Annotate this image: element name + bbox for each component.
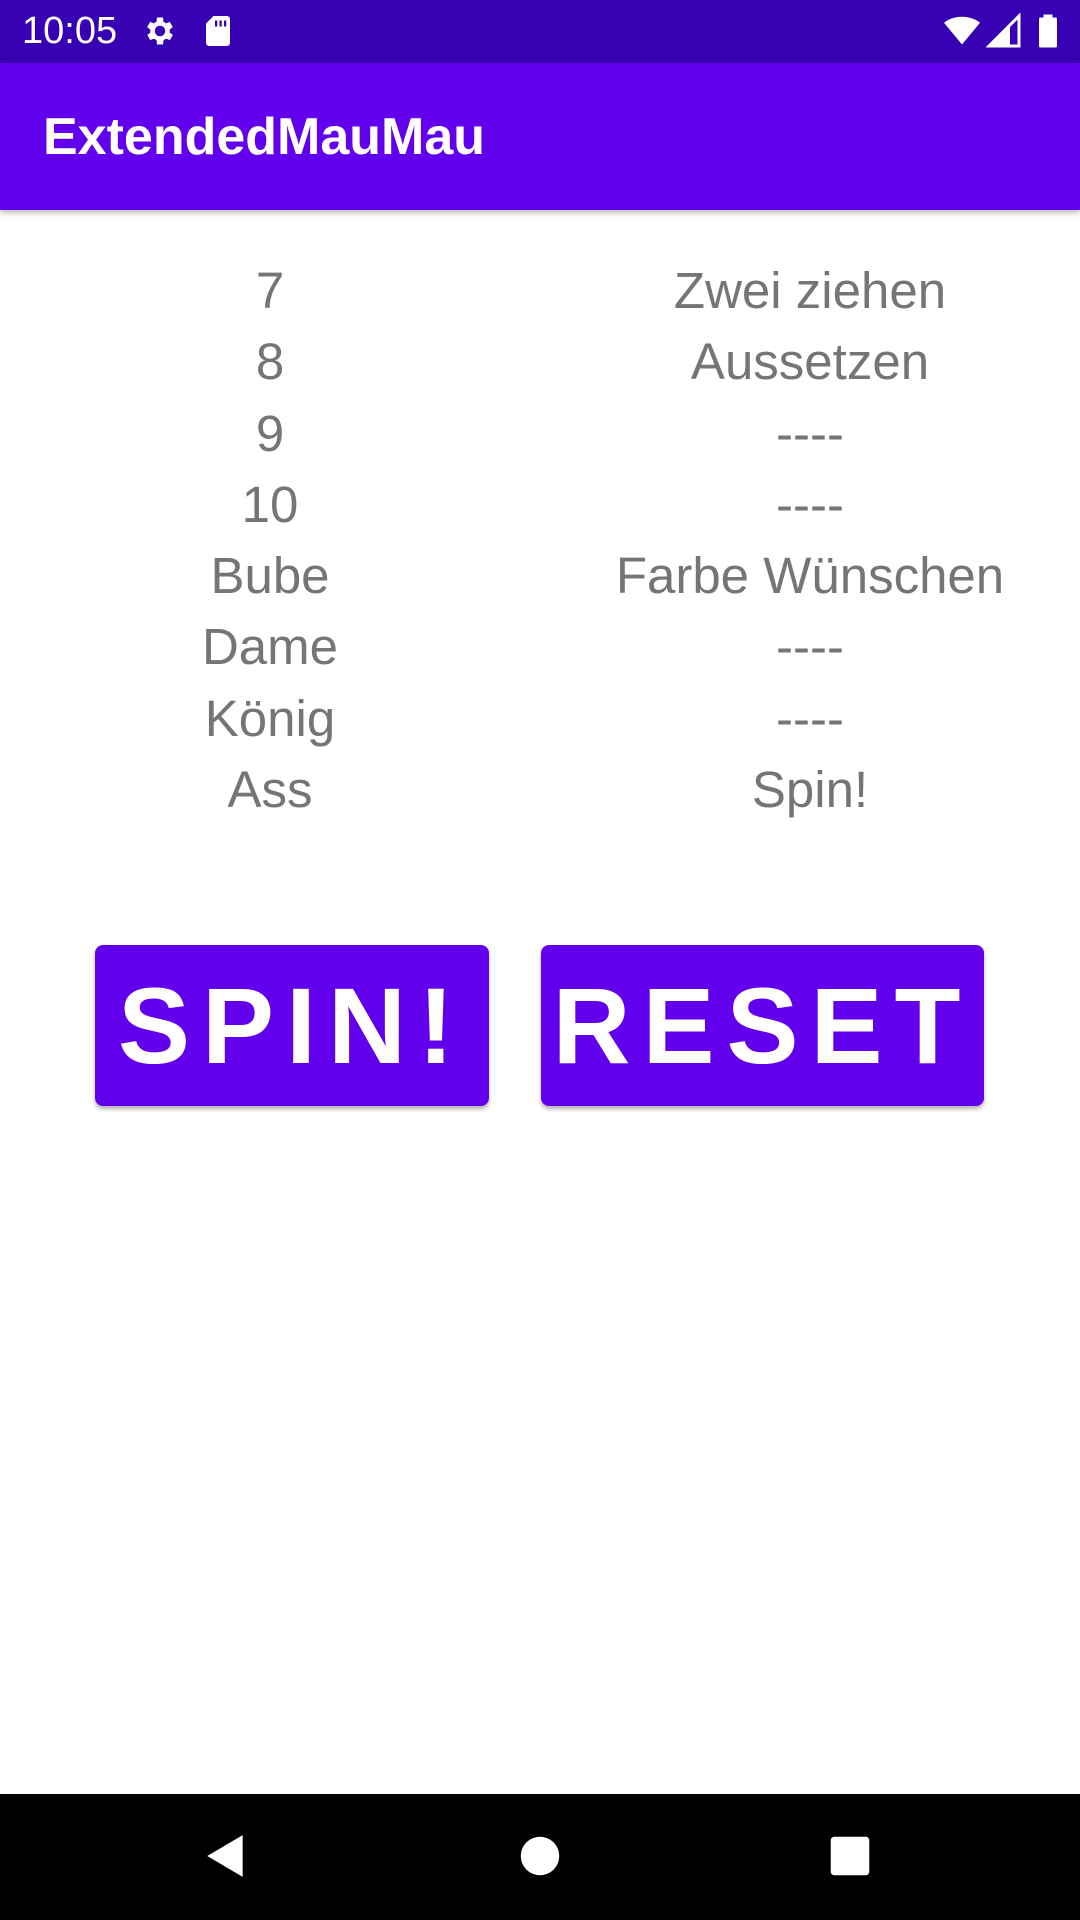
recents-icon: [830, 1836, 870, 1876]
rule-row: Dame ----: [0, 611, 1080, 682]
rule-card-label: 10: [241, 475, 299, 533]
app-title: ExtendedMauMau: [43, 108, 486, 166]
back-icon: [207, 1835, 243, 1877]
status-bar: 10:05: [0, 0, 1080, 63]
rule-effect-label: Aussetzen: [690, 333, 930, 391]
rule-card-label: 8: [255, 333, 285, 391]
rule-row: 8 Aussetzen: [0, 326, 1080, 397]
rule-effect-label: ----: [776, 404, 844, 462]
rule-effect-label: ----: [776, 618, 844, 676]
rule-card-label: Ass: [227, 761, 313, 819]
rule-card-label: 9: [255, 404, 285, 462]
reset-button[interactable]: RESET: [541, 945, 984, 1106]
rule-effect-label: Farbe Wünschen: [615, 547, 1005, 605]
rule-card-label: Dame: [201, 618, 339, 676]
rule-row: 10 ----: [0, 469, 1080, 540]
rule-effect-label: ----: [776, 475, 844, 533]
sd-card-icon: [206, 16, 230, 46]
home-icon: [520, 1836, 560, 1876]
rule-effect-label: ----: [776, 689, 844, 747]
signal-icon: [986, 13, 1021, 48]
navigation-bar: [0, 1794, 1080, 1920]
recents-button[interactable]: [810, 1816, 890, 1896]
rule-card-label: König: [204, 689, 336, 747]
rule-row: König ----: [0, 683, 1080, 754]
app-bar: ExtendedMauMau: [0, 63, 1080, 210]
home-button[interactable]: [500, 1816, 580, 1896]
rule-row: Bube Farbe Wünschen: [0, 540, 1080, 611]
rule-row: Ass Spin!: [0, 754, 1080, 825]
rule-card-label: Bube: [210, 547, 330, 605]
rule-effect-label: Zwei ziehen: [673, 262, 947, 319]
wifi-icon: [944, 16, 980, 45]
back-button[interactable]: [186, 1816, 266, 1896]
rule-effect-label: Spin!: [751, 761, 869, 819]
rules-list: 7 Zwei ziehen 8 Aussetzen 9 ---- 10 ----…: [0, 255, 1080, 825]
rule-row: 9 ----: [0, 398, 1080, 469]
gear-icon: [147, 17, 173, 45]
status-time: 10:05: [22, 10, 118, 52]
spin-button[interactable]: SPIN!: [95, 945, 489, 1106]
rule-row: 7 Zwei ziehen: [0, 255, 1080, 326]
rule-card-label: 7: [255, 262, 285, 319]
battery-icon: [1039, 14, 1057, 48]
